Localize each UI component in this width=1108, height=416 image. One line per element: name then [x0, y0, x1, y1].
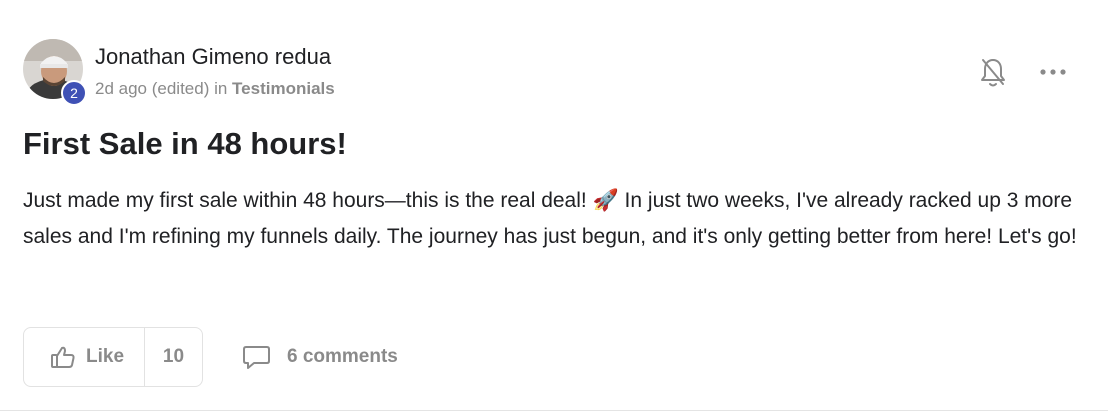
like-count[interactable]: 10	[145, 328, 202, 386]
comment-bubble-icon	[243, 346, 270, 369]
category-link[interactable]: Testimonials	[232, 79, 335, 98]
level-badge: 2	[61, 80, 87, 106]
notifications-toggle-button[interactable]	[979, 56, 1007, 88]
author-avatar[interactable]: 2	[23, 39, 87, 106]
post-title: First Sale in 48 hours!	[23, 126, 347, 161]
author-name[interactable]: Jonathan Gimeno redua	[95, 44, 331, 70]
post-meta: 2d ago (edited) in Testimonials	[95, 79, 335, 99]
more-options-button[interactable]	[1038, 62, 1068, 82]
like-label: Like	[86, 346, 125, 367]
post-card: 2 Jonathan Gimeno redua 2d ago (edited) …	[0, 0, 1108, 416]
like-group: Like 10	[23, 327, 203, 387]
thumbs-up-icon	[51, 346, 75, 368]
comments-label: 6 comments	[287, 346, 398, 367]
post-body: Just made my first sale within 48 hours—…	[23, 189, 1077, 248]
like-button[interactable]: Like	[24, 328, 145, 386]
more-horizontal-icon	[1040, 69, 1066, 75]
divider	[0, 410, 1108, 411]
bell-off-icon	[981, 59, 1005, 87]
comments-button[interactable]: 6 comments	[242, 343, 398, 371]
post-time: 2d ago (edited) in	[95, 79, 233, 98]
